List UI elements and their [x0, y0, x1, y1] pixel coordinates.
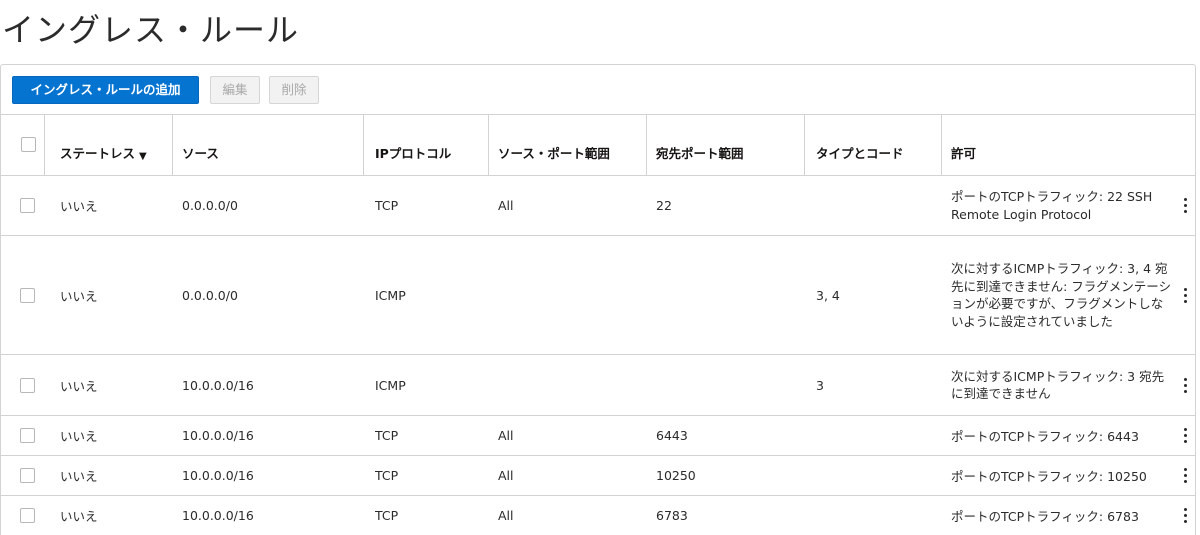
cell-protocol: TCP	[375, 508, 399, 523]
kebab-icon[interactable]	[1175, 416, 1195, 455]
cell-stateless: いいえ	[60, 199, 98, 214]
cell-source: 10.0.0.0/16	[182, 377, 254, 393]
table-row[interactable]: いいえ 0.0.0.0/0 TCP All 22 ポートのTCPトラフィック: …	[1, 176, 1195, 236]
column-divider	[804, 115, 805, 175]
row-checkbox[interactable]	[20, 508, 35, 523]
row-checkbox[interactable]	[20, 428, 35, 443]
cell-dest-port: 22	[656, 198, 672, 213]
cell-allows: ポートのTCPトラフィック: 22 SSH Remote Login Proto…	[951, 189, 1153, 222]
add-ingress-rule-button[interactable]: イングレス・ルールの追加	[12, 76, 199, 104]
cell-dest-port: 6443	[656, 428, 688, 443]
table-row[interactable]: いいえ 10.0.0.0/16 TCP All 6783 ポートのTCPトラフィ…	[1, 496, 1195, 535]
row-checkbox[interactable]	[20, 198, 35, 213]
column-divider	[941, 115, 942, 175]
cell-stateless: いいえ	[60, 429, 98, 444]
cell-type-code: 3	[816, 377, 824, 393]
kebab-icon[interactable]	[1175, 496, 1195, 535]
kebab-icon[interactable]	[1175, 176, 1195, 235]
cell-protocol: TCP	[375, 428, 399, 443]
row-checkbox[interactable]	[20, 377, 35, 393]
cell-allows: ポートのTCPトラフィック: 6443	[951, 429, 1139, 444]
select-all-checkbox[interactable]	[21, 137, 36, 152]
cell-protocol: ICMP	[375, 287, 406, 303]
header-allows: 許可	[951, 146, 977, 161]
table-row[interactable]: いいえ 10.0.0.0/16 ICMP 3 次に対するICMPトラフィック: …	[1, 355, 1195, 416]
cell-source: 10.0.0.0/16	[182, 428, 254, 443]
cell-protocol: ICMP	[375, 377, 406, 393]
cell-source-port: All	[498, 508, 514, 523]
cell-stateless: いいえ	[60, 288, 98, 304]
header-source-port[interactable]: ソース・ポート範囲	[498, 115, 628, 175]
cell-protocol: TCP	[375, 468, 399, 483]
cell-type-code: 3, 4	[816, 287, 840, 303]
cell-source: 10.0.0.0/16	[182, 508, 254, 523]
cell-stateless: いいえ	[60, 378, 98, 394]
cell-source-port: All	[498, 468, 514, 483]
kebab-icon[interactable]	[1175, 456, 1195, 495]
page-title: イングレス・ルール	[2, 11, 300, 49]
header-stateless[interactable]: ステートレス ▼	[60, 115, 147, 175]
cell-dest-port: 6783	[656, 508, 688, 523]
cell-source: 0.0.0.0/0	[182, 198, 238, 213]
header-type-code[interactable]: タイプとコード	[816, 115, 904, 175]
row-checkbox[interactable]	[20, 287, 35, 303]
toolbar: イングレス・ルールの追加 編集 削除	[1, 65, 1195, 115]
column-divider	[646, 115, 647, 175]
column-divider	[363, 115, 364, 175]
header-dest-port[interactable]: 宛先ポート範囲	[656, 115, 744, 175]
cell-allows: 次に対するICMPトラフィック: 3 宛先に到達できません	[951, 368, 1165, 402]
table-header: ステートレス ▼ ソース IPプロトコル ソース・ポート範囲 宛先ポート範囲 タ…	[1, 115, 1195, 176]
cell-dest-port: 10250	[656, 468, 696, 483]
table-row[interactable]: いいえ 10.0.0.0/16 TCP All 6443 ポートのTCPトラフィ…	[1, 416, 1195, 456]
edit-button[interactable]: 編集	[210, 76, 260, 104]
cell-allows: ポートのTCPトラフィック: 10250	[951, 469, 1147, 484]
row-checkbox[interactable]	[20, 468, 35, 483]
cell-source: 10.0.0.0/16	[182, 468, 254, 483]
cell-protocol: TCP	[375, 198, 399, 213]
cell-stateless: いいえ	[60, 469, 98, 484]
table-row[interactable]: いいえ 10.0.0.0/16 TCP All 10250 ポートのTCPトラフ…	[1, 456, 1195, 496]
cell-source-port: All	[498, 198, 514, 213]
delete-button[interactable]: 削除	[269, 76, 319, 104]
table-row[interactable]: いいえ 0.0.0.0/0 ICMP 3, 4 次に対するICMPトラフィック:…	[1, 236, 1195, 355]
column-divider	[488, 115, 489, 175]
kebab-icon[interactable]	[1175, 236, 1195, 354]
column-divider	[44, 115, 45, 175]
cell-allows: ポートのTCPトラフィック: 6783	[951, 509, 1139, 524]
cell-stateless: いいえ	[60, 509, 98, 524]
ingress-rules-panel: イングレス・ルールの追加 編集 削除 ステートレス ▼ ソース IPプロトコル …	[0, 64, 1196, 535]
cell-source: 0.0.0.0/0	[182, 287, 238, 303]
cell-source-port: All	[498, 428, 514, 443]
kebab-icon[interactable]	[1175, 355, 1195, 415]
header-source[interactable]: ソース	[182, 115, 219, 175]
cell-allows: 次に対するICMPトラフィック: 3, 4 宛先に到達できません: フラグメンテ…	[951, 261, 1172, 329]
header-protocol[interactable]: IPプロトコル	[375, 115, 451, 175]
column-divider	[172, 115, 173, 175]
sort-down-icon: ▼	[139, 151, 147, 162]
header-stateless-label: ステートレス	[60, 146, 136, 161]
